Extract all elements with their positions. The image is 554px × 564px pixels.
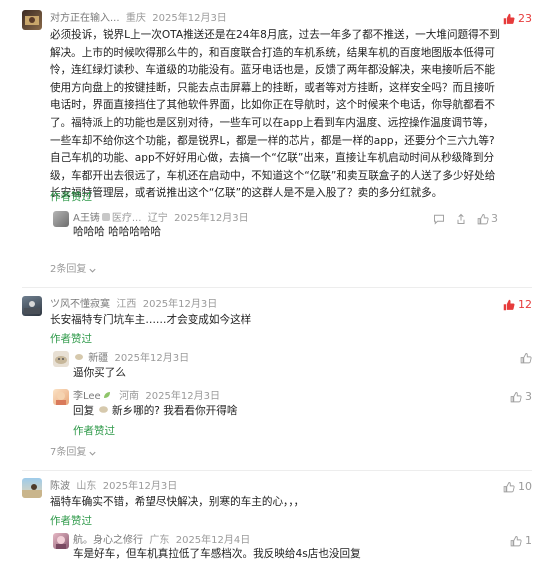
location: 辽宁: [147, 213, 168, 224]
username[interactable]: 李Lee: [73, 391, 101, 402]
username[interactable]: ツ风不懂寂寞: [50, 299, 110, 310]
thumbs-up-icon: [510, 392, 522, 403]
reply-meta: 李Lee 河南 2025年12月3日: [73, 390, 220, 404]
location: 山东: [76, 481, 97, 492]
more-replies-label: 7条回复: [50, 447, 87, 458]
date: 2025年12月3日: [174, 213, 249, 224]
more-replies-link[interactable]: 7条回复: [50, 446, 97, 460]
avatar[interactable]: [53, 533, 69, 549]
thumbs-up-icon: [477, 213, 489, 224]
username[interactable]: 对方正在输入...: [50, 13, 120, 24]
text-line: 电话时，界面直接挡住了其他软件界面，比如你正在导航时，这个时候来个电话，你导航都…: [50, 99, 495, 112]
text-line: 怜，连红绿灯读秒、车道级的功能没有。蓝牙电话也是，反馈了两年都没解决，来电接听后…: [50, 64, 495, 77]
like-button[interactable]: 1: [510, 534, 532, 548]
avatar[interactable]: [53, 351, 69, 367]
date: 2025年12月3日: [102, 481, 178, 492]
location: 重庆: [125, 13, 146, 24]
like-count: 3: [525, 390, 532, 403]
like-count: 23: [518, 12, 532, 25]
location: 江西: [116, 299, 137, 310]
text-line: 解决。上市的时候吹得那么牛的，和百度联合打造的车机系统，结果车机的百度地图版本低…: [50, 46, 495, 59]
text-line: 使用方向盘上的按键挂断，只能去点击屏幕上的挂断，或者等对方挂断，这样安全吗？而且…: [50, 81, 495, 94]
divider: [22, 287, 532, 288]
text-line: 级，车都开出去很远了，车机还在启动中，不知道这个“亿联”和卖互联盒子的人送了多少…: [50, 169, 496, 182]
comment-text: 福特车确实不错，希望尽快解决，别寒的车主的心，，，: [50, 496, 305, 508]
text-line: 必须投诉，锐界L上一次OTA推送还是在24年8月底，过去一年多了都不推送，一大堆…: [50, 29, 500, 41]
comment-text: 长安福特专门坑车主……才会变成如今这样: [50, 314, 252, 326]
like-count: 12: [518, 298, 532, 311]
comment-meta: 陈波 山东 2025年12月3日: [50, 480, 177, 494]
date: 2025年12月3日: [145, 391, 220, 402]
username[interactable]: 新疆: [88, 353, 108, 364]
name-suffix: 医疗...: [111, 213, 142, 224]
like-button[interactable]: 3: [477, 212, 498, 225]
like-button[interactable]: [520, 352, 532, 364]
reply-text: 逼你买了么: [73, 367, 126, 379]
username[interactable]: A王铸: [73, 213, 100, 224]
thumbs-up-icon: [520, 353, 532, 364]
badge-icon: [74, 352, 84, 362]
like-count: 3: [491, 212, 498, 225]
text-line: 长安福特管理层，或者说推出这个“亿联”的这群人是不是入股了？卖的多分红就多。: [50, 187, 443, 200]
badge-icon: [98, 404, 109, 415]
thumbs-up-filled-icon: [503, 13, 515, 25]
comment-icon[interactable]: [433, 213, 445, 225]
date: 2025年12月3日: [114, 353, 190, 364]
reply-meta: 新疆 2025年12月3日: [73, 352, 189, 366]
like-button[interactable]: 23: [503, 12, 532, 26]
avatar[interactable]: [53, 211, 69, 227]
comment-text: 必须投诉，锐界L上一次OTA推送还是在24年8月底，过去一年多了都不推送，一大堆…: [50, 27, 540, 203]
badge-icon: [101, 212, 111, 222]
reply-text: 回复 新乡哪的? 我看看你开得啥: [73, 403, 237, 421]
thumbs-up-filled-icon: [503, 299, 515, 311]
more-replies-link[interactable]: 2条回复: [50, 263, 97, 277]
like-count: 10: [518, 480, 532, 493]
leaf-badge-icon: [102, 390, 112, 400]
author-liked-tag: 作者赞过: [50, 515, 92, 527]
avatar[interactable]: [22, 478, 42, 498]
reply-prefix: 回复: [73, 405, 95, 417]
avatar[interactable]: [22, 296, 42, 316]
like-button[interactable]: 12: [503, 298, 532, 312]
chevron-down-icon: [89, 268, 96, 273]
thumbs-up-icon: [503, 482, 515, 493]
text-line: 自己车机的功能、app不好好用心做，去搞一个“亿联”出来，直接让车机启动时间从秒…: [50, 152, 495, 165]
text-line: 了。福特派上的功能也是区别对待，一些车可以在app上看到车内温度、远控操作温度调…: [50, 116, 494, 129]
reply-text: 车是好车，但车机真拉低了车感档次。我反映给4s店也没回复: [73, 548, 361, 560]
avatar[interactable]: [53, 389, 69, 405]
divider: [22, 470, 532, 471]
thumbs-up-icon: [510, 536, 522, 547]
date: 2025年12月3日: [142, 299, 218, 310]
reply-content: 新乡哪的? 我看看你开得啥: [111, 405, 238, 417]
like-button[interactable]: 3: [510, 390, 532, 404]
share-icon[interactable]: [455, 213, 467, 225]
like-button[interactable]: 10: [503, 480, 532, 494]
author-liked-tag: 作者赞过: [50, 191, 92, 203]
text-line: 一些车却不给你这个功能，都是锐界L，都是一样的芯片，都是一样的app，还要分个三…: [50, 134, 495, 147]
location: 广东: [149, 535, 170, 546]
location: 河南: [119, 391, 140, 402]
author-liked-tag: 作者赞过: [50, 333, 92, 345]
reply-actions: 3: [433, 212, 498, 225]
chevron-down-icon: [89, 451, 96, 456]
reply-text: 哈哈哈 哈哈哈哈哈: [73, 226, 162, 238]
username[interactable]: 陈波: [50, 481, 70, 492]
date: 2025年12月3日: [152, 13, 227, 24]
username[interactable]: 航。身心之修行: [73, 535, 143, 546]
like-count: 1: [525, 534, 532, 547]
avatar[interactable]: [22, 10, 42, 30]
comment-meta: ツ风不懂寂寞 江西 2025年12月3日: [50, 298, 217, 312]
author-liked-tag: 作者赞过: [73, 425, 115, 437]
comment-meta: 对方正在输入... 重庆 2025年12月3日: [50, 12, 227, 26]
more-replies-label: 2条回复: [50, 264, 87, 275]
date: 2025年12月4日: [175, 535, 251, 546]
